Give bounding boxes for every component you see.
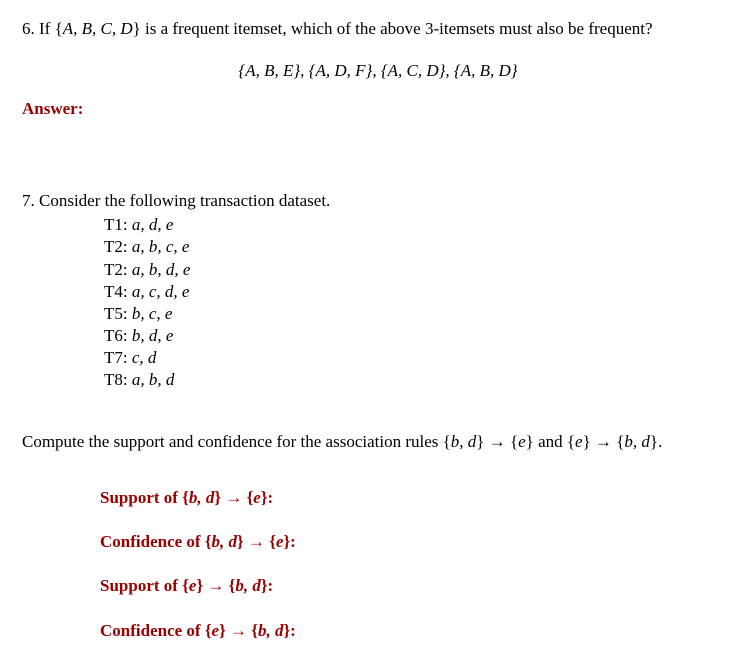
c2-rhs: b, d: [258, 621, 284, 640]
trans-id: T2:: [104, 260, 128, 279]
list-item: T5: b, c, e: [104, 303, 734, 325]
c2-end: }:: [283, 621, 295, 640]
s1-end: }:: [261, 488, 273, 507]
q7-transaction-list: T1: a, d, e T2: a, b, c, e T2: a, b, d, …: [22, 214, 734, 391]
c2-pre: Confidence of {: [100, 621, 212, 640]
trans-items: a, b, c, e: [128, 237, 190, 256]
c1-mid: } → {: [237, 532, 276, 551]
list-item: T1: a, d, e: [104, 214, 734, 236]
trans-id: T8:: [104, 370, 128, 389]
trans-items: c, d: [128, 348, 157, 367]
q6-set: A, B, C, D: [63, 19, 133, 38]
compute-r2-mid: } → {: [583, 432, 625, 451]
trans-id: T4:: [104, 282, 128, 301]
trans-items: a, d, e: [128, 215, 174, 234]
c2-lhs: e: [212, 621, 220, 640]
s1-lhs: b, d: [189, 488, 215, 507]
list-item: T6: b, d, e: [104, 325, 734, 347]
trans-items: a, b, d: [128, 370, 175, 389]
s2-mid: } → {: [196, 576, 235, 595]
list-item: T2: a, b, d, e: [104, 259, 734, 281]
s2-pre: Support of {: [100, 576, 189, 595]
q6-text-mid: } is a frequent itemset, which of the ab…: [133, 19, 653, 38]
list-item: T2: a, b, c, e: [104, 236, 734, 258]
trans-id: T2:: [104, 237, 128, 256]
page-root: 6. If {A, B, C, D} is a frequent itemset…: [0, 0, 756, 642]
trans-id: T1:: [104, 215, 128, 234]
c1-pre: Confidence of {: [100, 532, 212, 551]
s1-rhs: e: [253, 488, 261, 507]
compute-r2-lhs: e: [575, 432, 583, 451]
compute-r1-lhs: b, d: [451, 432, 477, 451]
q6-text-pre: 6. If {: [22, 19, 63, 38]
list-item: T8: a, b, d: [104, 369, 734, 391]
trans-id: T5:: [104, 304, 128, 323]
trans-items: a, c, d, e: [128, 282, 190, 301]
q6-candidate-sets: {A, B, E}, {A, D, F}, {A, C, D}, {A, B, …: [238, 61, 517, 80]
s1-pre: Support of {: [100, 488, 189, 507]
q7-intro: 7. Consider the following transaction da…: [22, 190, 734, 212]
trans-id: T6:: [104, 326, 128, 345]
support-rule-1: Support of {b, d} → {e}:: [100, 487, 734, 509]
q7-compute-instruction: Compute the support and confidence for t…: [22, 431, 734, 453]
confidence-rule-2: Confidence of {e} → {b, d}:: [100, 620, 734, 642]
q6-candidates: {A, B, E}, {A, D, F}, {A, C, D}, {A, B, …: [22, 60, 734, 82]
c1-lhs: b, d: [212, 532, 238, 551]
compute-between: } and {: [526, 432, 575, 451]
trans-items: b, c, e: [128, 304, 173, 323]
c2-mid: } → {: [219, 621, 258, 640]
trans-id: T7:: [104, 348, 128, 367]
compute-r1-rhs: e: [518, 432, 526, 451]
compute-pre: Compute the support and confidence for t…: [22, 432, 451, 451]
trans-items: a, b, d, e: [128, 260, 191, 279]
list-item: T4: a, c, d, e: [104, 281, 734, 303]
compute-r2-rhs: b, d: [624, 432, 650, 451]
q6-answer-label: Answer:: [22, 98, 734, 120]
q7-answer-block: Support of {b, d} → {e}: Confidence of {…: [22, 487, 734, 641]
c1-end: }:: [283, 532, 295, 551]
compute-r1-mid: } → {: [476, 432, 518, 451]
s2-rhs: b, d: [235, 576, 261, 595]
q6-question: 6. If {A, B, C, D} is a frequent itemset…: [22, 18, 734, 40]
list-item: T7: c, d: [104, 347, 734, 369]
s1-mid: } → {: [214, 488, 253, 507]
confidence-rule-1: Confidence of {b, d} → {e}:: [100, 531, 734, 553]
compute-end: }.: [650, 432, 662, 451]
trans-items: b, d, e: [128, 326, 174, 345]
s2-end: }:: [261, 576, 273, 595]
support-rule-2: Support of {e} → {b, d}:: [100, 575, 734, 597]
